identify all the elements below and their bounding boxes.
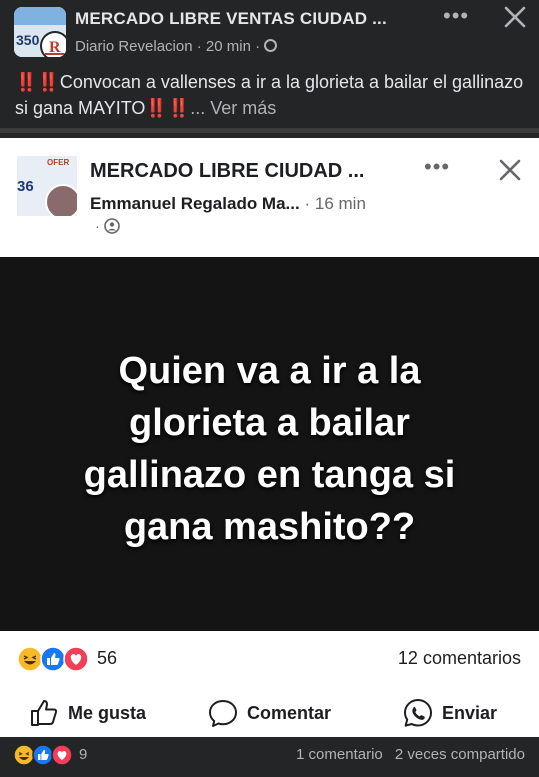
shared-post-privacy: · — [95, 218, 120, 234]
post-image[interactable]: Quien va a ir a la glorieta a bailar gal… — [0, 257, 539, 631]
shared-post: OFER 36 MERCADO LIBRE CIUDAD ... Emmanue… — [0, 138, 539, 737]
svg-text:350: 350 — [16, 32, 40, 48]
outer-post-meta: Diario Revelacion · 20 min · — [75, 38, 278, 55]
image-text-line: gallinazo en tanga si — [83, 454, 456, 496]
outer-reactions-count[interactable]: 9 — [79, 746, 87, 763]
meta-separator: · — [196, 38, 202, 55]
meta-separator: · — [255, 38, 261, 55]
close-icon[interactable] — [502, 4, 528, 30]
image-text-line: glorieta a bailar — [129, 402, 410, 444]
love-icon — [51, 744, 73, 766]
image-text-line: Quien va a ir a la — [118, 350, 421, 392]
reaction-icons[interactable] — [17, 646, 91, 672]
more-options-icon[interactable]: ••• — [424, 154, 450, 180]
post-actions: Me gusta Comentar Enviar — [0, 693, 539, 733]
whatsapp-icon — [404, 699, 432, 727]
haha-icon — [13, 744, 35, 766]
shared-post-author[interactable]: Emmanuel Regalado Ma... — [90, 194, 300, 213]
outer-post: 350 R MERCADO LIBRE VENTAS CIUDAD ... Di… — [0, 0, 539, 128]
avatar-ofer-text: OFER — [47, 158, 70, 167]
shared-group-avatar[interactable]: OFER 36 — [17, 156, 77, 216]
send-button-label: Enviar — [442, 702, 498, 723]
reactions-summary: 56 12 comentarios — [0, 640, 539, 676]
outer-post-text: ‼️‼️Convocan a vallenses a ir a la glori… — [15, 69, 525, 121]
group-members-icon — [103, 218, 120, 234]
see-more-link[interactable]: ... Ver más — [190, 98, 276, 118]
avatar-number-text: 36 — [17, 178, 34, 195]
outer-post-group-title[interactable]: MERCADO LIBRE VENTAS CIUDAD ... — [75, 9, 387, 29]
meta-separator: · — [304, 194, 311, 213]
shared-post-group-title[interactable]: MERCADO LIBRE CIUDAD ... — [90, 160, 364, 183]
revelacion-logo-icon: R — [43, 34, 66, 57]
meta-separator: · — [95, 218, 100, 234]
outer-shares-count[interactable]: 2 veces compartido — [395, 746, 525, 763]
comment-bubble-icon — [209, 700, 237, 727]
outer-comments-count[interactable]: 1 comentario — [296, 746, 383, 763]
shared-post-time[interactable]: 16 min — [315, 194, 366, 213]
like-button-label: Me gusta — [68, 702, 147, 723]
reaction-icons[interactable] — [13, 744, 77, 766]
globe-icon — [264, 39, 278, 52]
shared-post-meta: Emmanuel Regalado Ma... · 16 min — [90, 194, 366, 214]
author-avatar[interactable] — [45, 184, 77, 216]
outer-engagement-summary: 1 comentario 2 veces compartido — [296, 746, 525, 763]
like-button[interactable]: Me gusta — [28, 693, 146, 733]
like-icon — [32, 744, 54, 766]
post-image-text: Quien va a ir a la glorieta a bailar gal… — [0, 345, 539, 553]
thumbs-up-icon — [31, 700, 58, 726]
like-icon — [40, 646, 66, 672]
comment-button[interactable]: Comentar — [207, 693, 331, 733]
page-sub-avatar: R — [40, 31, 66, 57]
reactions-count[interactable]: 56 — [97, 648, 117, 669]
outer-post-time[interactable]: 20 min — [206, 38, 251, 55]
close-icon[interactable] — [497, 157, 523, 183]
double-exclamation-emoji: ‼️‼️ — [145, 98, 191, 118]
outer-post-footer: 9 1 comentario 2 veces compartido — [0, 737, 539, 777]
comment-button-label: Comentar — [247, 702, 332, 723]
group-avatar[interactable]: 350 R — [14, 7, 66, 57]
double-exclamation-emoji: ‼️‼️ — [15, 72, 60, 92]
send-button[interactable]: Enviar — [402, 693, 497, 733]
more-options-icon[interactable]: ••• — [443, 3, 469, 29]
image-text-line: gana mashito?? — [123, 506, 416, 548]
outer-post-author[interactable]: Diario Revelacion — [75, 38, 193, 55]
comments-count[interactable]: 12 comentarios — [398, 648, 521, 669]
love-icon — [63, 646, 89, 672]
haha-icon — [17, 646, 43, 672]
post-divider — [0, 128, 539, 133]
